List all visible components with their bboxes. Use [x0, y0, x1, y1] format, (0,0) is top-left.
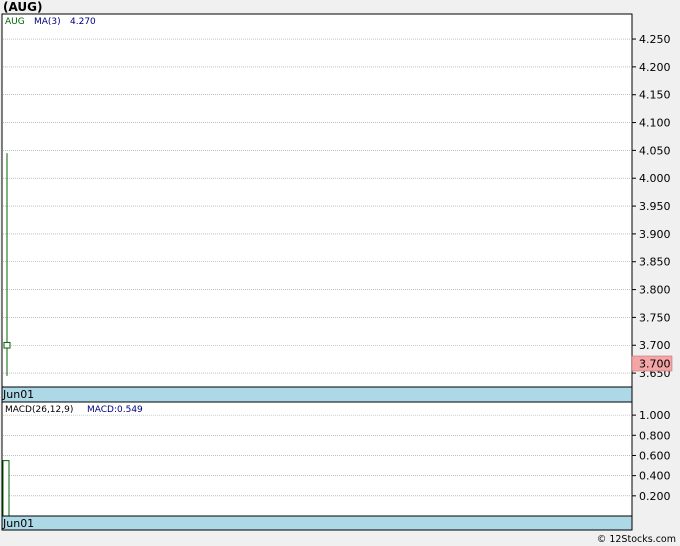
price-tick-label: 3.700	[639, 339, 671, 352]
price-date-label: Jun01	[2, 388, 34, 401]
legend-symbol: AUG	[5, 17, 25, 27]
macd-tick-label: 0.600	[639, 449, 671, 462]
last-price-label: 3.700	[639, 358, 671, 371]
price-tick-label: 4.100	[639, 117, 671, 130]
price-tick-label: 3.900	[639, 228, 671, 241]
price-tick-label: 4.200	[639, 61, 671, 74]
stock-chart: 3.6503.7003.7503.8003.8503.9003.9504.000…	[1, 13, 673, 531]
macd-legend-params: MACD(26,12,9)	[5, 405, 73, 415]
price-tick-label: 4.150	[639, 89, 671, 102]
macd-date-bar	[1, 515, 633, 531]
footer-credit: © 12Stocks.com	[596, 534, 676, 545]
price-panel	[1, 13, 633, 403]
macd-bar[interactable]	[2, 460, 10, 517]
price-tick-label: 3.750	[639, 311, 671, 324]
macd-date-label: Jun01	[2, 517, 34, 530]
price-date-bar	[1, 386, 633, 403]
price-candle-body[interactable]	[3, 341, 11, 349]
price-axis-ticks: 3.6503.7003.7503.8003.8503.9003.9504.000…	[632, 33, 671, 380]
price-tick-label: 3.800	[639, 284, 671, 297]
legend-ma-value: 4.270	[70, 17, 96, 27]
macd-series[interactable]	[2, 460, 10, 517]
macd-tick-label: 0.400	[639, 470, 671, 483]
price-tick-label: 4.000	[639, 172, 671, 185]
macd-tick-label: 1.000	[639, 409, 671, 422]
price-tick-label: 3.950	[639, 200, 671, 213]
macd-tick-label: 0.800	[639, 429, 671, 442]
price-tick-label: 4.250	[639, 33, 671, 46]
legend-ma: MA(3)	[34, 17, 61, 27]
macd-panel	[1, 401, 633, 531]
price-tick-label: 3.850	[639, 256, 671, 269]
macd-legend-value: MACD:0.549	[87, 405, 143, 415]
macd-axis-ticks: 0.200 0.400 0.600 0.800 1.000	[632, 409, 671, 503]
price-tick-label: 4.050	[639, 144, 671, 157]
macd-tick-label: 0.200	[639, 490, 671, 503]
